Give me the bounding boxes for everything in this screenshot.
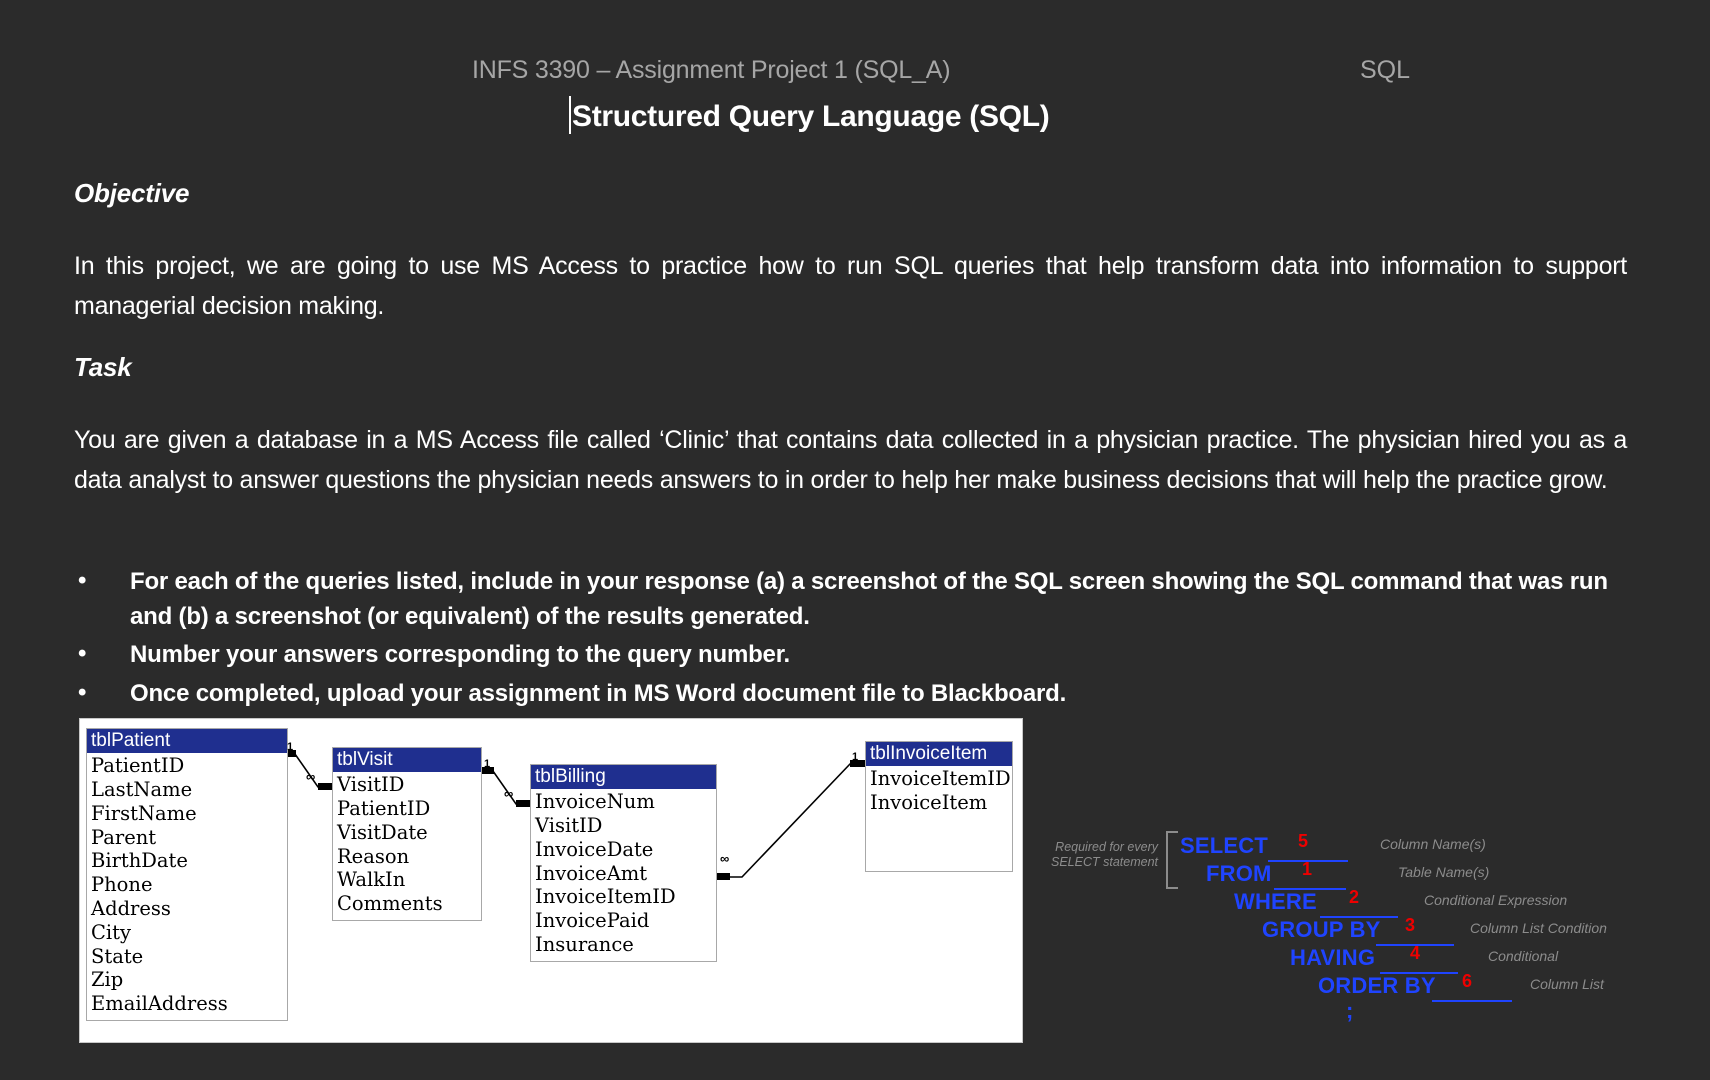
erd-table-header: tblPatient: [87, 729, 287, 754]
erd-table-header: tblVisit: [333, 748, 481, 773]
erd-field: Address: [91, 896, 171, 920]
sql-order-having: 4: [1410, 943, 1421, 963]
sql-annotation-order-by: Column List: [1530, 976, 1604, 992]
sql-order-group-by: 3: [1405, 915, 1416, 935]
erd-field: InvoiceItemID: [870, 767, 1011, 791]
erd-field: Phone: [91, 873, 153, 897]
erd-diagram: tblPatient PatientID LastName FirstName …: [79, 718, 1023, 1043]
task-body: You are given a database in a MS Access …: [74, 426, 1627, 494]
header-right-label: SQL: [1360, 56, 1411, 84]
erd-field: PatientID: [337, 797, 431, 821]
objective-heading: Objective: [74, 178, 190, 208]
erd-field: InvoiceItem: [870, 791, 988, 815]
text-cursor: [569, 96, 571, 134]
erd-field: State: [91, 944, 144, 968]
sql-syntax-diagram: Required for every SELECT statement SELE…: [1040, 808, 1700, 1036]
erd-field: InvoiceAmt: [535, 861, 648, 885]
erd-table-header: tblInvoiceItem: [866, 742, 1012, 767]
erd-field: VisitDate: [337, 820, 428, 844]
erd-field: FirstName: [91, 801, 197, 825]
list-item: • Once completed, upload your assignment…: [74, 677, 1630, 712]
page-title: Structured Query Language (SQL): [572, 100, 1050, 133]
erd-field: Reason: [337, 844, 410, 868]
erd-field: InvoiceItemID: [535, 885, 676, 909]
erd-table-tblvisit: tblVisit VisitID PatientID VisitDate Rea…: [332, 747, 482, 921]
list-item: • For each of the queries listed, includ…: [74, 565, 1630, 634]
sql-annotation-from: Table Name(s): [1398, 864, 1490, 880]
erd-table-tblbilling: tblBilling InvoiceNum VisitID InvoiceDat…: [530, 764, 717, 962]
erd-field: PatientID: [91, 754, 185, 778]
bullet-marker-icon: •: [78, 567, 87, 594]
course-header: INFS 3390 – Assignment Project 1 (SQL_A): [472, 56, 951, 84]
cardinality-many: ∞: [720, 851, 730, 866]
sql-terminator: ;: [1346, 998, 1354, 1023]
erd-field: EmailAddress: [91, 992, 228, 1016]
sql-keyword-group-by: GROUP BY: [1262, 917, 1381, 942]
sql-annotation-where: Conditional Expression: [1424, 892, 1568, 908]
sql-annotation-select: Column Name(s): [1380, 836, 1486, 852]
erd-field: Zip: [91, 968, 124, 992]
sql-annotation-having: Conditional: [1488, 948, 1559, 964]
bullet-marker-icon: •: [78, 678, 87, 706]
erd-table-header: tblBilling: [531, 765, 716, 790]
sql-keyword-having: HAVING: [1290, 945, 1376, 970]
erd-field: Insurance: [535, 932, 634, 956]
sql-keyword-where: WHERE: [1234, 889, 1317, 914]
erd-field: Parent: [91, 825, 157, 849]
sql-order-where: 2: [1349, 887, 1360, 907]
erd-field: VisitID: [337, 773, 405, 797]
erd-field: Comments: [337, 892, 443, 916]
objective-body: In this project, we are going to use MS …: [74, 252, 1627, 320]
cardinality-one: 1: [484, 758, 491, 770]
required-note-line1: Required for every: [1055, 840, 1158, 854]
required-note: Required for every SELECT statement: [1050, 840, 1158, 871]
erd-table-tblinvoiceitem: tblInvoiceItem InvoiceItemID InvoiceItem: [865, 741, 1013, 872]
list-item-text: Once completed, upload your assignment i…: [130, 679, 1067, 707]
erd-table-tblpatient: tblPatient PatientID LastName FirstName …: [86, 728, 288, 1021]
sql-annotation-group-by: Column List Condition: [1470, 920, 1607, 936]
required-bracket-icon: [1166, 831, 1178, 889]
sql-order-from: 1: [1302, 859, 1313, 879]
cardinality-one: 1: [287, 741, 294, 753]
sql-keyword-order-by: ORDER BY: [1318, 973, 1436, 998]
erd-field: City: [91, 920, 132, 944]
instruction-list: • For each of the queries listed, includ…: [74, 565, 1630, 715]
list-item: • Number your answers corresponding to t…: [74, 638, 1630, 673]
list-item-text: Number your answers corresponding to the…: [130, 641, 790, 669]
sql-keyword-select: SELECT: [1180, 833, 1268, 858]
erd-field: InvoiceNum: [535, 790, 655, 814]
cardinality-many: ∞: [306, 769, 316, 784]
sql-order-order-by: 6: [1462, 971, 1473, 991]
erd-field: InvoiceDate: [535, 837, 654, 861]
sql-order-select: 5: [1298, 831, 1309, 851]
erd-field: VisitID: [535, 814, 603, 838]
bullet-marker-icon: •: [78, 640, 87, 668]
cardinality-many: ∞: [504, 786, 514, 801]
erd-field: BirthDate: [91, 849, 188, 873]
list-item-text: For each of the queries listed, include …: [130, 568, 1608, 630]
cardinality-one: 1: [852, 751, 859, 763]
task-heading: Task: [74, 352, 132, 382]
slide-canvas: INFS 3390 – Assignment Project 1 (SQL_A)…: [0, 0, 1710, 1080]
erd-field: WalkIn: [337, 868, 406, 892]
required-note-line2: SELECT statement: [1051, 855, 1158, 870]
erd-field: InvoicePaid: [535, 909, 650, 933]
sql-blank-order-by: [1432, 999, 1512, 1002]
sql-keyword-from: FROM: [1206, 861, 1272, 886]
erd-field: LastName: [91, 778, 193, 802]
